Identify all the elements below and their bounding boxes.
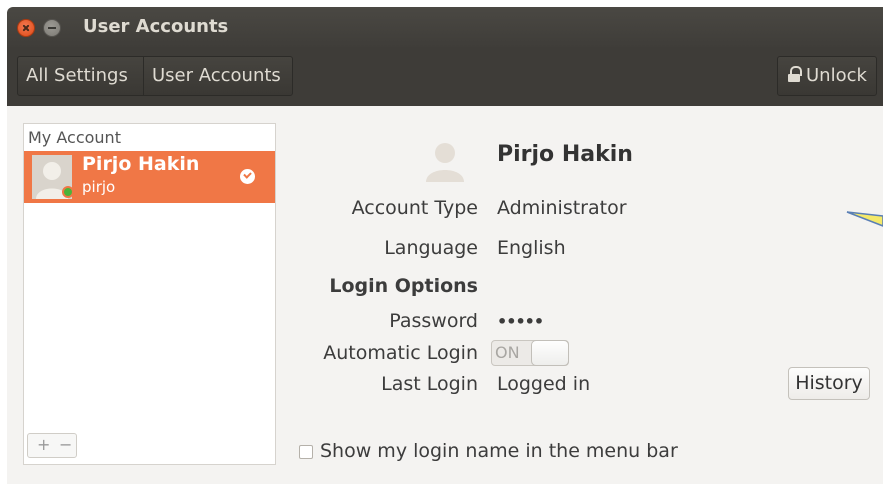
user-list: My Account Pirjo Hakin pirjo + − [23, 123, 276, 465]
switch-on-label: ON [495, 343, 520, 362]
all-settings-button[interactable]: All Settings [17, 56, 144, 96]
online-status-icon [62, 186, 74, 198]
close-window-button[interactable] [17, 19, 35, 37]
login-options-heading: Login Options [329, 275, 478, 297]
account-type-value[interactable]: Administrator [497, 197, 627, 219]
password-label: Password [389, 310, 478, 332]
account-type-label: Account Type [351, 197, 478, 219]
user-list-name: Pirjo Hakin [82, 153, 200, 175]
automatic-login-label: Automatic Login [323, 342, 478, 364]
user-list-login: pirjo [82, 178, 116, 196]
annotation-arrow-icon [846, 211, 883, 227]
unlock-label: Unlock [806, 65, 867, 86]
language-label: Language [384, 237, 478, 259]
language-value[interactable]: English [497, 237, 566, 259]
minimize-window-button[interactable] [43, 19, 61, 37]
show-login-name-label[interactable]: Show my login name in the menu bar [320, 440, 678, 462]
password-value[interactable]: ••••• [497, 312, 544, 331]
add-user-button[interactable]: + [37, 435, 50, 454]
user-accounts-crumb[interactable]: User Accounts [143, 56, 293, 96]
automatic-login-switch[interactable]: ON [491, 340, 569, 366]
remove-user-button[interactable]: − [59, 435, 72, 454]
user-photo-icon[interactable] [423, 136, 467, 182]
unlock-button[interactable]: Unlock [777, 56, 877, 96]
lock-icon [788, 66, 802, 82]
last-login-label: Last Login [381, 373, 478, 395]
window-title: User Accounts [83, 16, 229, 37]
my-account-header: My Account [28, 128, 121, 147]
switch-knob[interactable] [531, 340, 569, 366]
history-button[interactable]: History [788, 367, 870, 400]
add-remove-controls: + − [27, 433, 77, 458]
toolbar: All Settings User Accounts Unlock [7, 47, 883, 106]
current-user-check-icon [240, 169, 255, 184]
title-bar: User Accounts [7, 7, 883, 47]
main-content: My Account Pirjo Hakin pirjo + − Pirjo H… [7, 106, 883, 484]
show-login-name-checkbox[interactable] [299, 445, 313, 459]
last-login-value: Logged in [497, 373, 591, 395]
user-list-item[interactable]: Pirjo Hakin pirjo [24, 151, 275, 203]
user-full-name[interactable]: Pirjo Hakin [497, 142, 633, 167]
